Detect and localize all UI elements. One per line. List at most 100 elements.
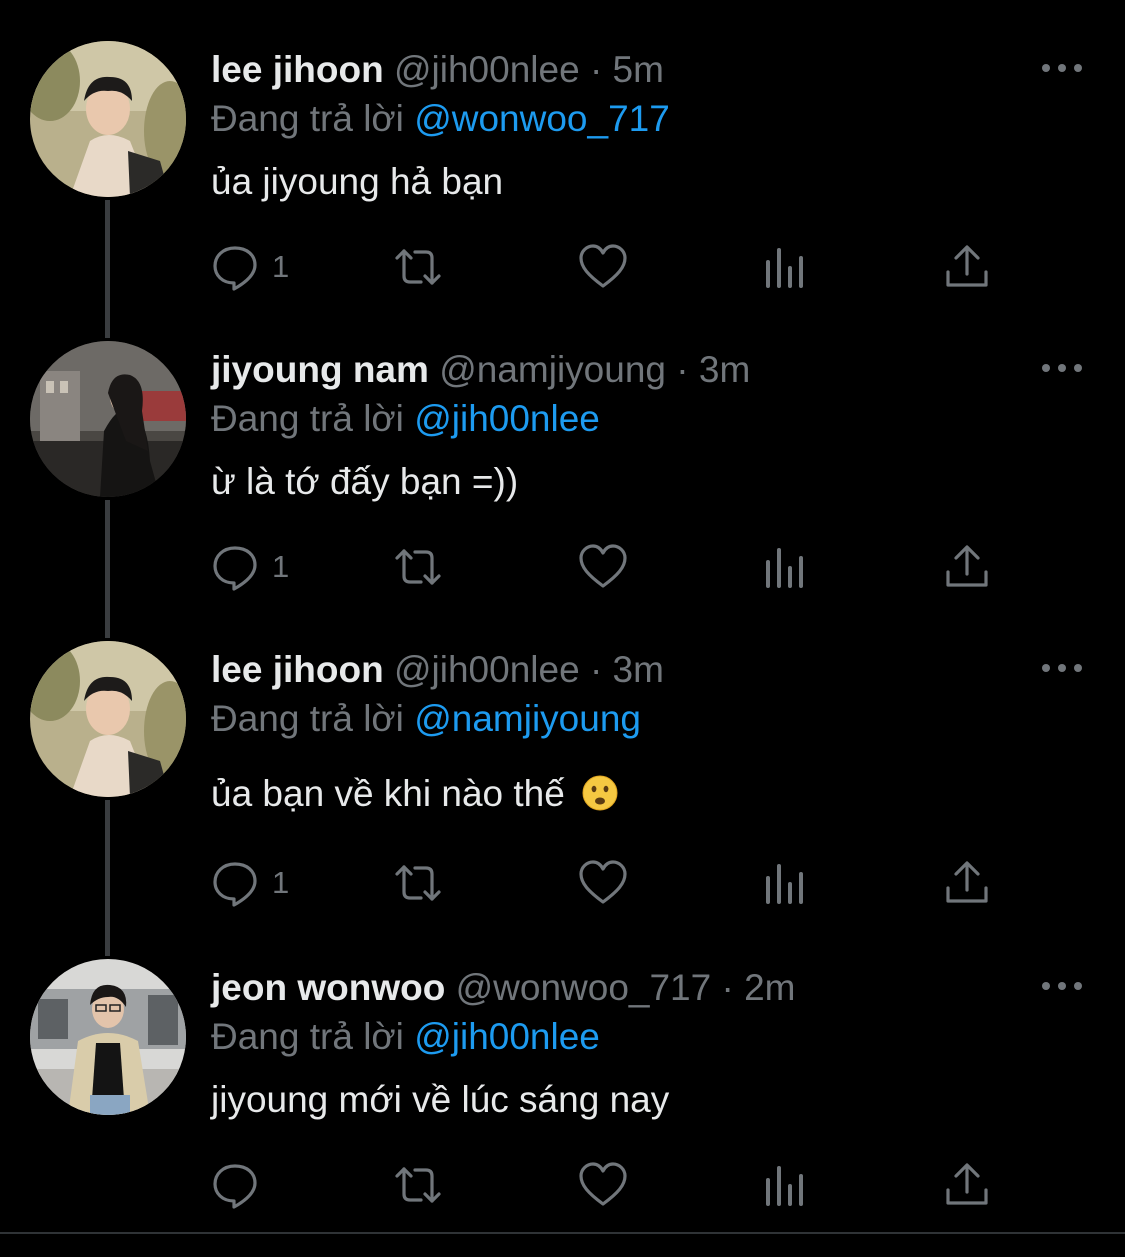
display-name[interactable]: jeon wonwoo: [211, 967, 445, 1008]
views-button[interactable]: [760, 542, 810, 592]
views-bar-chart-icon: [766, 548, 803, 588]
divider: [0, 1232, 1125, 1234]
replying-to-label: Đang trả lời: [211, 1016, 404, 1057]
share-button[interactable]: [942, 542, 992, 592]
like-button[interactable]: [578, 242, 628, 292]
tweet-text: jiyoung mới về lúc sáng nay: [211, 1079, 670, 1120]
reply-bubble-icon: [213, 1164, 257, 1209]
reply-mention-link[interactable]: @jih00nlee: [414, 398, 600, 439]
avatar[interactable]: [30, 41, 186, 197]
reply-count: 1: [272, 549, 290, 584]
heart-icon: [579, 544, 627, 588]
retweet-icon: [395, 549, 441, 585]
reply-mention-link[interactable]: @wonwoo_717: [414, 98, 670, 139]
tweet-header: jiyoung nam @namjiyoung · 3m: [211, 348, 750, 392]
retweet-icon: [395, 1167, 441, 1203]
reply-bubble-icon: [213, 862, 257, 907]
replying-to: Đang trả lời @wonwoo_717: [211, 97, 670, 141]
tweet[interactable]: lee jihoon @jih00nlee · 3m Đang trả lời …: [0, 600, 1125, 940]
replying-to-label: Đang trả lời: [211, 398, 404, 439]
reply-count: 1: [272, 865, 290, 900]
retweet-icon: [395, 249, 441, 285]
retweet-button[interactable]: [393, 858, 443, 908]
timestamp[interactable]: 3m: [699, 349, 750, 390]
views-button[interactable]: [760, 1160, 810, 1210]
replying-to: Đang trả lời @jih00nlee: [211, 397, 600, 441]
tweet[interactable]: jiyoung nam @namjiyoung · 3m Đang trả lờ…: [0, 300, 1125, 630]
timestamp[interactable]: 2m: [744, 967, 795, 1008]
tweet-actions: 1: [210, 858, 1010, 908]
share-button[interactable]: [942, 858, 992, 908]
reply-bubble-icon: [213, 246, 257, 291]
views-button[interactable]: [760, 242, 810, 292]
more-dots-icon[interactable]: [1040, 58, 1084, 78]
replying-to: Đang trả lời @namjiyoung: [211, 697, 641, 741]
user-handle[interactable]: @jih00nlee: [394, 49, 580, 90]
avatar-photo-jiyoung-nam: [30, 341, 186, 497]
reply-count: 1: [272, 249, 290, 284]
views-bar-chart-icon: [766, 248, 803, 288]
avatar[interactable]: [30, 959, 186, 1115]
like-button[interactable]: [578, 858, 628, 908]
tweet-actions: 1: [210, 242, 1010, 292]
more-dots-icon[interactable]: [1040, 976, 1084, 996]
share-upload-icon: [946, 545, 988, 587]
retweet-button[interactable]: [393, 1160, 443, 1210]
reply-button[interactable]: 1: [210, 542, 289, 592]
retweet-button[interactable]: [393, 542, 443, 592]
share-button[interactable]: [942, 1160, 992, 1210]
replying-to-label: Đang trả lời: [211, 698, 404, 739]
tweet-header: lee jihoon @jih00nlee · 5m: [211, 48, 664, 92]
views-button[interactable]: [760, 858, 810, 908]
share-upload-icon: [946, 245, 988, 287]
tweet-actions: [210, 1160, 1010, 1210]
tweet-text-container: ủa bạn về khi nào thế: [211, 772, 619, 816]
separator-dot: ·: [676, 349, 689, 390]
reply-mention-link[interactable]: @jih00nlee: [414, 1016, 600, 1057]
tweet[interactable]: lee jihoon @jih00nlee · 5m Đang trả lời …: [0, 0, 1125, 330]
share-upload-icon: [946, 861, 988, 903]
tweet-text: ủa bạn về khi nào thế: [211, 773, 565, 814]
reply-bubble-icon: [213, 546, 257, 591]
like-button[interactable]: [578, 542, 628, 592]
tweet-actions: 1: [210, 542, 1010, 592]
separator-dot: ·: [721, 967, 734, 1008]
views-bar-chart-icon: [766, 1166, 803, 1206]
timestamp[interactable]: 3m: [613, 649, 664, 690]
heart-icon: [579, 860, 627, 904]
avatar-photo-lee-jihoon: [30, 641, 186, 797]
reply-mention-link[interactable]: @namjiyoung: [414, 698, 641, 739]
timestamp[interactable]: 5m: [613, 49, 664, 90]
tweet-text: ừ là tớ đấy bạn =)): [211, 461, 519, 502]
tweet-header: jeon wonwoo @wonwoo_717 · 2m: [211, 966, 796, 1010]
tweet[interactable]: jeon wonwoo @wonwoo_717 · 2m Đang trả lờ…: [0, 918, 1125, 1232]
user-handle[interactable]: @namjiyoung: [439, 349, 666, 390]
replying-to: Đang trả lời @jih00nlee: [211, 1015, 600, 1059]
share-button[interactable]: [942, 242, 992, 292]
reply-button[interactable]: 1: [210, 858, 289, 908]
conversation-thread: lee jihoon @jih00nlee · 5m Đang trả lời …: [0, 0, 1125, 1257]
share-upload-icon: [946, 1163, 988, 1205]
retweet-icon: [395, 865, 441, 901]
user-handle[interactable]: @jih00nlee: [394, 649, 580, 690]
display-name[interactable]: jiyoung nam: [211, 349, 429, 390]
avatar[interactable]: [30, 341, 186, 497]
retweet-button[interactable]: [393, 242, 443, 292]
display-name[interactable]: lee jihoon: [211, 49, 384, 90]
avatar[interactable]: [30, 641, 186, 797]
display-name[interactable]: lee jihoon: [211, 649, 384, 690]
replying-to-label: Đang trả lời: [211, 98, 404, 139]
heart-icon: [579, 1162, 627, 1206]
reply-button[interactable]: [210, 1160, 272, 1210]
frowning-face-emoji: [582, 775, 618, 811]
tweet-header: lee jihoon @jih00nlee · 3m: [211, 648, 664, 692]
avatar-photo-lee-jihoon: [30, 41, 186, 197]
more-dots-icon[interactable]: [1040, 358, 1084, 378]
tweet-text: ủa jiyoung hả bạn: [211, 161, 504, 202]
like-button[interactable]: [578, 1160, 628, 1210]
avatar-photo-jeon-wonwoo: [30, 959, 186, 1115]
views-bar-chart-icon: [766, 864, 803, 904]
reply-button[interactable]: 1: [210, 242, 289, 292]
more-dots-icon[interactable]: [1040, 658, 1084, 678]
user-handle[interactable]: @wonwoo_717: [456, 967, 712, 1008]
